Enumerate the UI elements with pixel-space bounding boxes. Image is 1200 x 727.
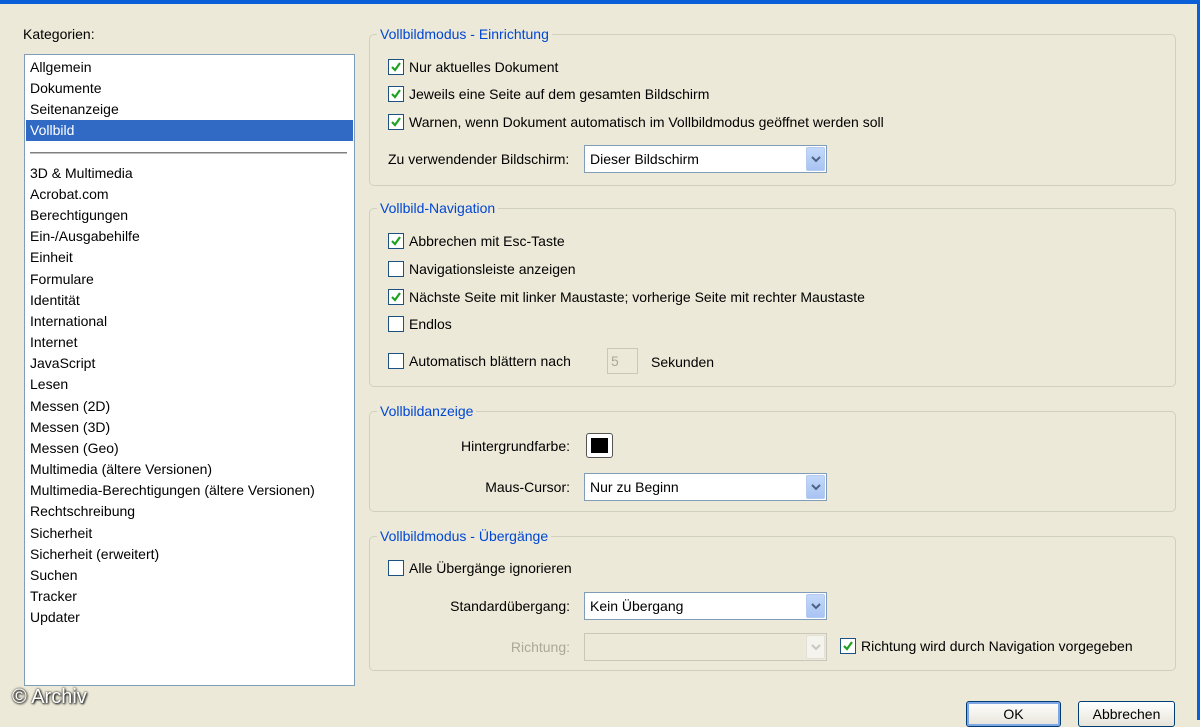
auto-advance-checkbox[interactable]: Automatisch blättern nach — [388, 351, 571, 371]
category-dokumente[interactable]: Dokumente — [26, 78, 353, 99]
window-top-border — [0, 0, 1200, 4]
mouse-click-navigation-checkbox[interactable]: Nächste Seite mit linker Maustaste; vorh… — [388, 287, 865, 307]
checkbox-box[interactable] — [388, 59, 404, 75]
category-item[interactable]: Multimedia (ältere Versionen) — [26, 459, 353, 480]
background-color-label: Hintergrundfarbe: — [461, 438, 570, 454]
group-transitions: Vollbildmodus - Übergänge Alle Übergänge… — [369, 527, 1176, 671]
checkbox-label: Richtung wird durch Navigation vorgegebe… — [861, 638, 1133, 654]
checkbox-label: Endlos — [409, 316, 452, 332]
category-item[interactable]: JavaScript — [26, 353, 353, 374]
category-item[interactable]: Tracker — [26, 586, 353, 607]
current-document-only-checkbox[interactable]: Nur aktuelles Dokument — [388, 57, 558, 77]
category-item[interactable]: Suchen — [26, 565, 353, 586]
checkbox-label: Warnen, wenn Dokument automatisch im Vol… — [409, 114, 884, 130]
checkmark-icon — [391, 236, 401, 246]
checkbox-label: Navigationsleiste anzeigen — [409, 261, 576, 277]
screen-select[interactable]: Dieser Bildschirm — [584, 145, 827, 173]
checkbox-box[interactable] — [840, 638, 856, 654]
checkmark-icon — [391, 89, 401, 99]
category-item[interactable]: Lesen — [26, 374, 353, 395]
category-item[interactable]: Internet — [26, 332, 353, 353]
default-transition-select-value: Kein Übergang — [590, 598, 684, 614]
loop-checkbox[interactable]: Endlos — [388, 314, 452, 334]
ok-button[interactable]: OK — [966, 701, 1061, 727]
category-item[interactable]: Acrobat.com — [26, 184, 353, 205]
screen-select-value: Dieser Bildschirm — [590, 151, 699, 167]
checkmark-icon — [391, 292, 401, 302]
category-item[interactable]: Sicherheit (erweitert) — [26, 544, 353, 565]
cancel-button[interactable]: Abbrechen — [1078, 701, 1175, 727]
chevron-down-icon[interactable] — [806, 475, 825, 499]
category-item[interactable]: Messen (Geo) — [26, 438, 353, 459]
category-item[interactable]: 3D & Multimedia — [26, 163, 353, 184]
category-item[interactable]: Multimedia-Berechtigungen (ältere Versio… — [26, 480, 353, 501]
checkmark-icon — [391, 117, 401, 127]
direction-select[interactable] — [584, 633, 827, 661]
auto-advance-seconds-input[interactable]: 5 — [607, 348, 638, 374]
checkbox-label: Automatisch blättern nach — [409, 353, 571, 369]
direction-label: Richtung: — [510, 639, 570, 655]
screen-label: Zu verwendender Bildschirm: — [388, 151, 570, 167]
category-vollbild[interactable]: Vollbild — [26, 120, 353, 141]
checkbox-box[interactable] — [388, 353, 404, 369]
mouse-cursor-label: Maus-Cursor: — [485, 479, 570, 495]
checkbox-label: Alle Übergänge ignorieren — [409, 560, 572, 576]
category-item[interactable]: Messen (2D) — [26, 396, 353, 417]
category-item[interactable]: Formulare — [26, 269, 353, 290]
categories-list[interactable]: Allgemein Dokumente Seitenanzeige Vollbi… — [24, 54, 355, 686]
default-transition-select[interactable]: Kein Übergang — [584, 592, 827, 620]
checkbox-label: Nächste Seite mit linker Maustaste; vorh… — [409, 289, 865, 305]
checkmark-icon — [843, 641, 853, 651]
checkbox-box[interactable] — [388, 261, 404, 277]
checkbox-box[interactable] — [388, 316, 404, 332]
category-item[interactable]: Berechtigungen — [26, 205, 353, 226]
mouse-cursor-select-value: Nur zu Beginn — [590, 479, 679, 495]
default-transition-label: Standardübergang: — [450, 598, 570, 614]
watermark: © Archiv — [12, 686, 87, 708]
group-setup: Vollbildmodus - Einrichtung Nur aktuelle… — [369, 25, 1176, 186]
ignore-transitions-checkbox[interactable]: Alle Übergänge ignorieren — [388, 558, 572, 578]
checkbox-box[interactable] — [388, 289, 404, 305]
group-navigation: Vollbild-Navigation Abbrechen mit Esc-Ta… — [369, 199, 1176, 387]
direction-by-navigation-checkbox[interactable]: Richtung wird durch Navigation vorgegebe… — [840, 636, 1133, 656]
category-item[interactable]: Identität — [26, 290, 353, 311]
group-display: Vollbildanzeige Hintergrundfarbe: Maus-C… — [369, 402, 1176, 512]
show-navbar-checkbox[interactable]: Navigationsleiste anzeigen — [388, 259, 576, 279]
checkmark-icon — [391, 62, 401, 72]
category-item[interactable]: Rechtschreibung — [26, 501, 353, 522]
color-swatch — [591, 438, 608, 453]
seconds-unit-label: Sekunden — [651, 354, 715, 370]
checkbox-box[interactable] — [388, 233, 404, 249]
category-item[interactable]: Messen (3D) — [26, 417, 353, 438]
mouse-cursor-select[interactable]: Nur zu Beginn — [584, 473, 827, 501]
categories-label: Kategorien: — [23, 26, 95, 42]
group-transitions-title: Vollbildmodus - Übergänge — [377, 527, 552, 545]
category-item[interactable]: Ein-/Ausgabehilfe — [26, 226, 353, 247]
group-display-title: Vollbildanzeige — [377, 402, 477, 420]
category-item[interactable]: Einheit — [26, 247, 353, 268]
one-page-checkbox[interactable]: Jeweils eine Seite auf dem gesamten Bild… — [388, 84, 709, 104]
category-separator — [30, 152, 347, 154]
category-allgemein[interactable]: Allgemein — [26, 57, 353, 78]
chevron-down-icon[interactable] — [806, 635, 825, 659]
category-item[interactable]: International — [26, 311, 353, 332]
esc-exit-checkbox[interactable]: Abbrechen mit Esc-Taste — [388, 231, 565, 251]
checkbox-box[interactable] — [388, 560, 404, 576]
checkbox-box[interactable] — [388, 114, 404, 130]
background-color-button[interactable] — [586, 433, 613, 458]
checkbox-label: Nur aktuelles Dokument — [409, 59, 559, 75]
checkbox-box[interactable] — [388, 86, 404, 102]
checkbox-label: Jeweils eine Seite auf dem gesamten Bild… — [409, 86, 710, 102]
category-seitenanzeige[interactable]: Seitenanzeige — [26, 99, 353, 120]
chevron-down-icon[interactable] — [806, 147, 825, 171]
category-item[interactable]: Updater — [26, 607, 353, 628]
category-item[interactable]: Sicherheit — [26, 523, 353, 544]
group-navigation-title: Vollbild-Navigation — [377, 199, 499, 217]
group-setup-title: Vollbildmodus - Einrichtung — [377, 25, 552, 43]
checkbox-label: Abbrechen mit Esc-Taste — [409, 233, 565, 249]
chevron-down-icon[interactable] — [806, 594, 825, 618]
warn-auto-fullscreen-checkbox[interactable]: Warnen, wenn Dokument automatisch im Vol… — [388, 112, 884, 132]
